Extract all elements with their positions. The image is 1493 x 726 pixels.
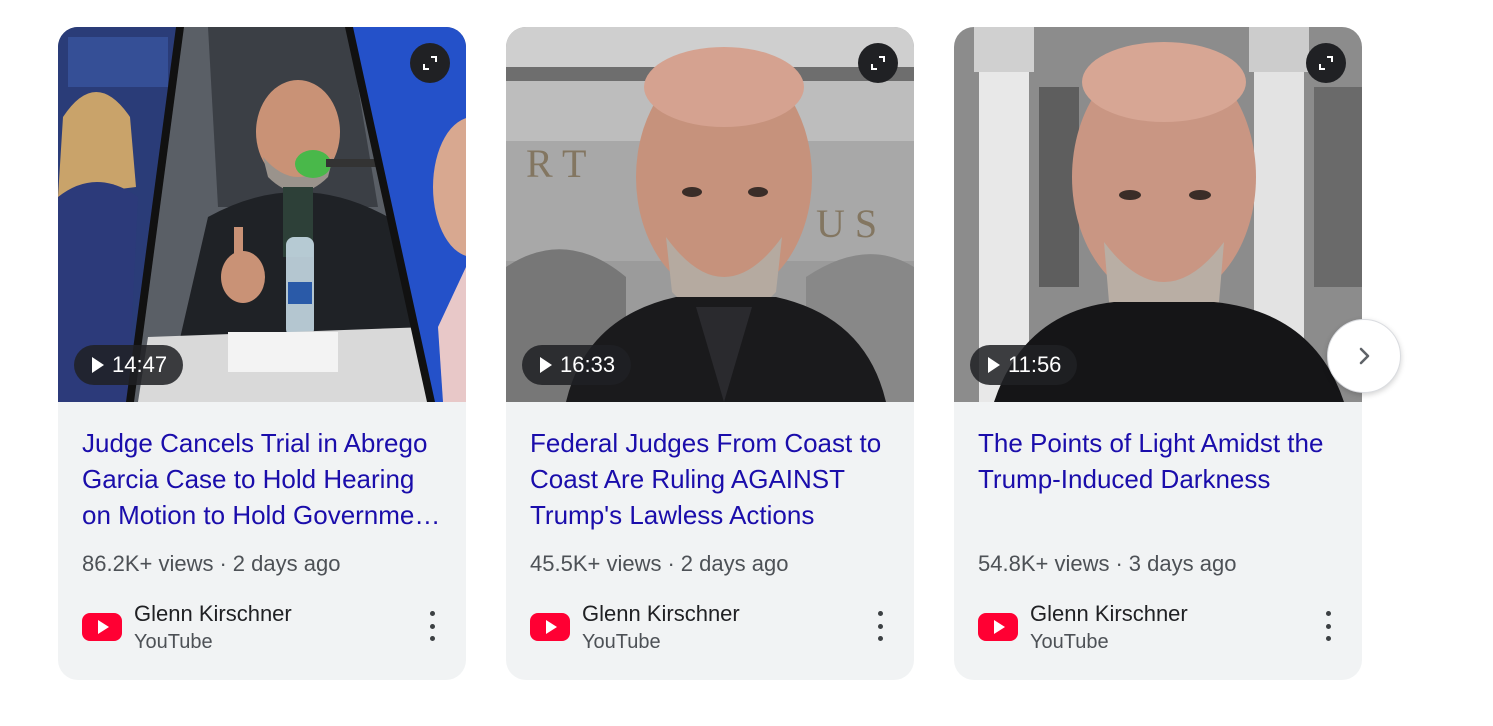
source-name: YouTube — [1030, 631, 1109, 653]
video-carousel: 14:47 Judge Cancels Trial in Abrego Garc… — [58, 27, 1458, 687]
play-icon — [92, 357, 104, 373]
meta-separator: · — [1115, 551, 1123, 576]
video-card[interactable]: 11:56 The Points of Light Amidst the Tru… — [954, 27, 1362, 680]
expand-icon[interactable] — [410, 43, 450, 83]
video-meta: 54.8K+ views · 3 days ago — [978, 551, 1236, 577]
source-name: YouTube — [582, 631, 661, 653]
more-vert-icon[interactable] — [428, 611, 436, 641]
video-title-link[interactable]: Judge Cancels Trial in Abrego Garcia Cas… — [82, 425, 444, 533]
view-count: 86.2K+ views — [82, 551, 214, 576]
video-thumbnail[interactable]: 11:56 — [954, 27, 1362, 402]
expand-icon[interactable] — [858, 43, 898, 83]
play-icon — [540, 357, 552, 373]
channel-name[interactable]: Glenn Kirschner — [134, 601, 292, 627]
meta-separator: · — [219, 551, 227, 576]
video-card[interactable]: R T U S 16:33 Federal Judges From Coast … — [506, 27, 914, 680]
duration-text: 16:33 — [560, 352, 616, 377]
channel-name[interactable]: Glenn Kirschner — [1030, 601, 1188, 627]
channel-name[interactable]: Glenn Kirschner — [582, 601, 740, 627]
chevron-right-icon — [1359, 347, 1370, 365]
youtube-logo-icon — [530, 613, 570, 641]
carousel-next-button[interactable] — [1327, 319, 1401, 393]
svg-text:U S: U S — [816, 201, 877, 246]
more-vert-icon[interactable] — [876, 611, 884, 641]
duration-badge: 14:47 — [74, 345, 184, 385]
play-icon — [988, 357, 1000, 373]
view-count: 45.5K+ views — [530, 551, 662, 576]
youtube-logo-icon — [82, 613, 122, 641]
svg-text:R T: R T — [526, 141, 586, 186]
view-count: 54.8K+ views — [978, 551, 1110, 576]
video-thumbnail[interactable]: R T U S 16:33 — [506, 27, 914, 402]
video-thumbnail[interactable]: 14:47 — [58, 27, 466, 402]
duration-badge: 11:56 — [970, 345, 1078, 385]
duration-text: 14:47 — [112, 352, 168, 377]
duration-text: 11:56 — [1008, 352, 1062, 377]
video-meta: 45.5K+ views · 2 days ago — [530, 551, 788, 577]
upload-age: 2 days ago — [232, 551, 341, 576]
source-name: YouTube — [134, 631, 213, 653]
video-card[interactable]: 14:47 Judge Cancels Trial in Abrego Garc… — [58, 27, 466, 680]
more-vert-icon[interactable] — [1324, 611, 1332, 641]
expand-icon[interactable] — [1306, 43, 1346, 83]
meta-separator: · — [667, 551, 675, 576]
upload-age: 3 days ago — [1128, 551, 1237, 576]
duration-badge: 16:33 — [522, 345, 632, 385]
video-meta: 86.2K+ views · 2 days ago — [82, 551, 340, 577]
video-title-link[interactable]: Federal Judges From Coast to Coast Are R… — [530, 425, 892, 533]
video-title-link[interactable]: The Points of Light Amidst the Trump-Ind… — [978, 425, 1340, 497]
upload-age: 2 days ago — [680, 551, 789, 576]
youtube-logo-icon — [978, 613, 1018, 641]
